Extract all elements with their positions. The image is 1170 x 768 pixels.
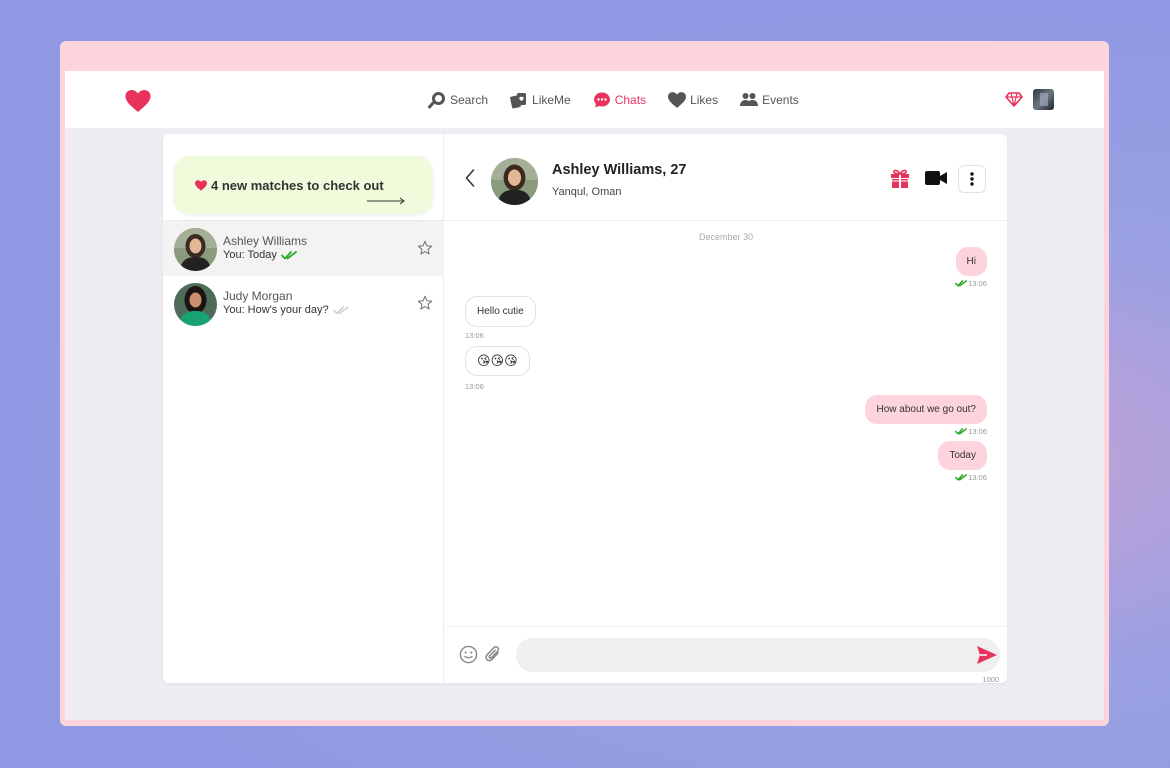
date-separator: December 30 xyxy=(698,232,754,242)
nav-search-label: Search xyxy=(450,92,489,107)
paperclip-icon[interactable] xyxy=(485,645,502,664)
chat-partner-avatar[interactable] xyxy=(491,158,538,205)
message-time-row: 13:06 xyxy=(955,473,987,482)
double-check-unread-icon xyxy=(332,305,349,314)
star-icon[interactable] xyxy=(417,295,433,311)
char-limit-counter: 1000 xyxy=(982,675,999,683)
conversation-item-ashley[interactable]: Ashley Williams You: Today xyxy=(163,221,444,276)
topbar-right xyxy=(1005,89,1054,110)
people-icon xyxy=(740,92,759,106)
search-icon xyxy=(428,91,445,108)
chat-area: Ashley Williams, 27 Yanqul, Oman Decembe… xyxy=(445,134,1007,683)
message-bubble-in: Hello cutie xyxy=(465,296,536,327)
send-icon[interactable] xyxy=(977,646,997,664)
avatar xyxy=(174,228,217,271)
message-bubble-out: How about we go out? xyxy=(865,395,987,424)
user-avatar[interactable] xyxy=(1033,89,1054,110)
heart-logo-icon[interactable] xyxy=(125,90,151,112)
arrow-right-icon xyxy=(367,197,405,205)
message-time-row: 13:06 xyxy=(955,279,987,288)
new-matches-banner[interactable]: 4 new matches to check out xyxy=(174,156,433,214)
message-bubble-in: 😘😘😘 xyxy=(465,346,530,376)
conversation-preview-row: You: Today xyxy=(223,249,297,261)
nav-likes-label: Likes xyxy=(690,92,719,107)
double-check-read-icon xyxy=(280,250,297,259)
conversation-preview-row: You: How's your day? xyxy=(223,304,349,316)
nav-events[interactable]: Events xyxy=(740,92,799,108)
nav-chats-label: Chats xyxy=(614,92,647,107)
diamond-icon[interactable] xyxy=(1005,92,1023,107)
message-input[interactable] xyxy=(516,638,1000,672)
back-arrow-icon[interactable] xyxy=(465,169,475,187)
chat-bubble-icon xyxy=(593,92,610,107)
star-icon[interactable] xyxy=(417,240,433,256)
vertical-dots-icon xyxy=(970,172,974,186)
gift-icon[interactable] xyxy=(889,167,911,189)
conversation-name: Ashley Williams xyxy=(223,234,308,248)
new-matches-label: 4 new matches to check out xyxy=(211,178,384,193)
nav-events-label: Events xyxy=(762,92,799,107)
conversation-name: Judy Morgan xyxy=(223,289,293,303)
conversation-preview: You: How's your day? xyxy=(223,304,329,316)
message-time: 13:06 xyxy=(968,427,987,436)
conversation-item-judy[interactable]: Judy Morgan You: How's your day? xyxy=(163,276,444,331)
conversation-sidebar: 4 new matches to check out Ashley Willia… xyxy=(163,134,444,683)
message-time: 13:06 xyxy=(465,331,484,340)
heart-icon xyxy=(668,91,687,108)
more-options-button[interactable] xyxy=(958,165,986,193)
emoji-icon[interactable] xyxy=(459,645,478,664)
nav-likeme[interactable]: LikeMe xyxy=(510,91,571,109)
message-composer: 1000 xyxy=(445,626,1007,683)
double-check-read-icon xyxy=(955,474,968,481)
chat-panel: 4 new matches to check out Ashley Willia… xyxy=(163,134,1007,683)
heart-icon xyxy=(195,180,207,191)
double-check-read-icon xyxy=(955,280,968,287)
top-navbar: Search LikeMe Chats Likes Events xyxy=(65,71,1104,128)
nav-likes[interactable]: Likes xyxy=(668,91,719,108)
message-time: 13:06 xyxy=(968,279,987,288)
nav-likeme-label: LikeMe xyxy=(532,92,571,107)
avatar xyxy=(174,283,217,326)
message-time-row: 13:06 xyxy=(955,427,987,436)
chat-partner-location: Yanqul, Oman xyxy=(552,186,622,198)
conversation-preview: You: Today xyxy=(223,249,277,261)
message-time: 13:06 xyxy=(465,382,484,391)
chat-header: Ashley Williams, 27 Yanqul, Oman xyxy=(445,134,1007,221)
nav-search[interactable]: Search xyxy=(428,91,488,109)
chat-partner-name: Ashley Williams, 27 xyxy=(552,162,687,178)
main-nav: Search LikeMe Chats Likes Events xyxy=(428,71,799,128)
message-bubble-out: Hi xyxy=(955,247,987,276)
new-matches-text-row: 4 new matches to check out xyxy=(195,178,384,193)
message-bubble-out: Today xyxy=(938,441,987,470)
message-time: 13:06 xyxy=(968,473,987,482)
video-camera-icon[interactable] xyxy=(925,170,947,186)
double-check-read-icon xyxy=(955,428,968,435)
nav-chats[interactable]: Chats xyxy=(593,91,646,109)
cards-icon xyxy=(510,92,527,108)
